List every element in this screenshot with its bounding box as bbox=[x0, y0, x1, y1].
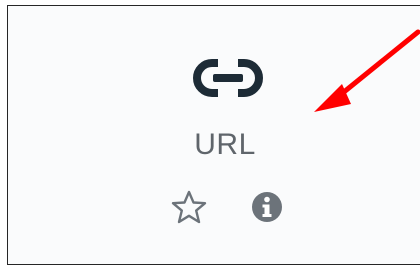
link-icon bbox=[193, 58, 263, 98]
activity-title: URL bbox=[194, 128, 256, 161]
info-icon[interactable] bbox=[250, 190, 284, 224]
screenshot-frame: URL bbox=[7, 5, 420, 265]
activity-card-url[interactable]: URL bbox=[8, 6, 420, 264]
star-icon[interactable] bbox=[171, 190, 207, 224]
